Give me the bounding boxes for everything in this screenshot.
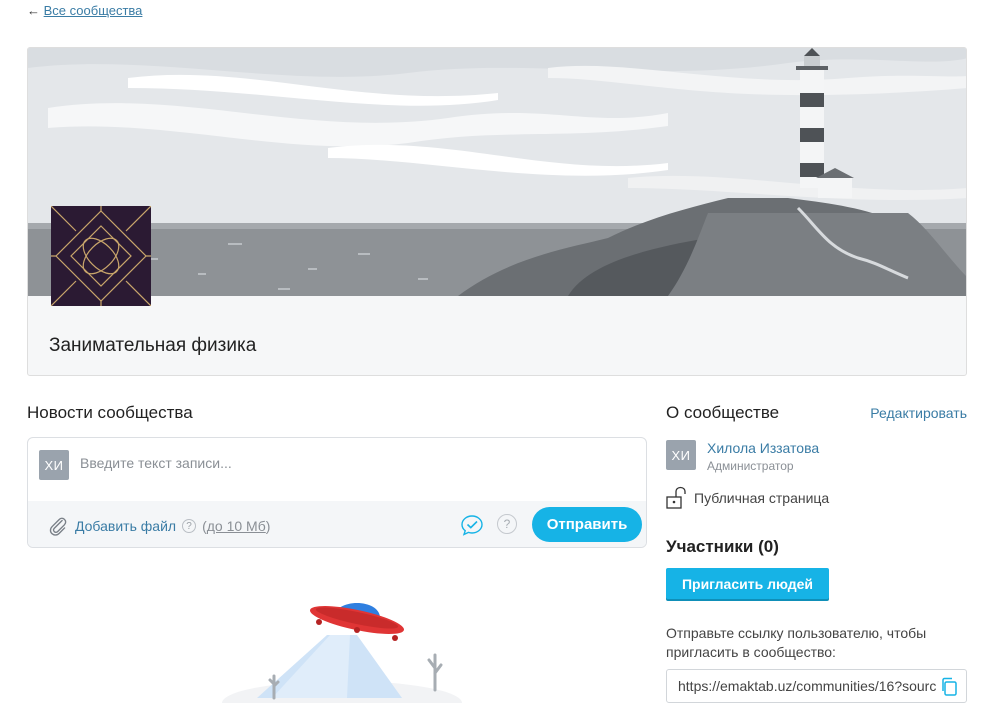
arrow-left-icon: ←	[27, 3, 40, 18]
composer-toolbar: Добавить файл ? (до 10 Мб) ? Отправить	[28, 501, 646, 547]
attach-file-control[interactable]: Добавить файл ? (до 10 Мб)	[47, 515, 270, 537]
back-to-communities[interactable]: ← Все сообщества	[27, 3, 142, 18]
about-section: О сообществе Редактировать ХИ Хилола Изз…	[666, 400, 967, 703]
news-section-title: Новости сообщества	[27, 403, 193, 422]
community-cover: Занимательная физика	[27, 47, 967, 376]
invite-instructions: Отправьте ссылку пользователю, чтобы при…	[666, 625, 927, 660]
file-size-limit: (до 10 Мб)	[202, 518, 270, 534]
ufo-illustration	[222, 603, 462, 703]
community-title: Занимательная физика	[49, 335, 257, 356]
visibility-info: Публичная страница	[666, 486, 829, 510]
visibility-label: Публичная страница	[694, 490, 830, 506]
admin-avatar: ХИ	[666, 440, 696, 470]
about-section-title: О сообществе	[666, 403, 780, 422]
size-limit-close-paren: )	[265, 518, 271, 534]
check-bubble-icon[interactable]	[460, 514, 484, 536]
paperclip-icon	[49, 517, 67, 536]
copy-icon[interactable]	[940, 677, 958, 697]
admin-name-link[interactable]: Хилола Иззатова	[707, 440, 819, 456]
question-circle-icon[interactable]: ?	[497, 514, 517, 534]
size-limit-value: до 10 Мб	[206, 518, 266, 534]
unlock-icon	[666, 486, 686, 509]
composer-input-area[interactable]: ХИ Введите текст записи...	[28, 438, 646, 502]
admin-role: Администратор	[707, 459, 794, 473]
edit-community-link[interactable]: Редактировать	[870, 405, 967, 421]
question-circle-icon[interactable]: ?	[182, 519, 197, 533]
community-logo	[51, 206, 151, 306]
back-link[interactable]: Все сообщества	[44, 3, 143, 18]
send-button[interactable]: Отправить	[532, 507, 642, 542]
post-composer: ХИ Введите текст записи... Добавить файл…	[27, 437, 647, 548]
attach-file-label[interactable]: Добавить файл	[75, 518, 176, 534]
members-title: Участники (0)	[666, 537, 779, 556]
avatar: ХИ	[39, 450, 69, 480]
post-text-input[interactable]: Введите текст записи...	[80, 455, 232, 471]
invite-link-field[interactable]: https://emaktab.uz/communities/16?source…	[666, 669, 967, 703]
invite-people-button[interactable]: Пригласить людей	[666, 568, 829, 599]
cover-banner-image	[28, 48, 966, 296]
invite-link-value[interactable]: https://emaktab.uz/communities/16?source…	[678, 678, 936, 694]
